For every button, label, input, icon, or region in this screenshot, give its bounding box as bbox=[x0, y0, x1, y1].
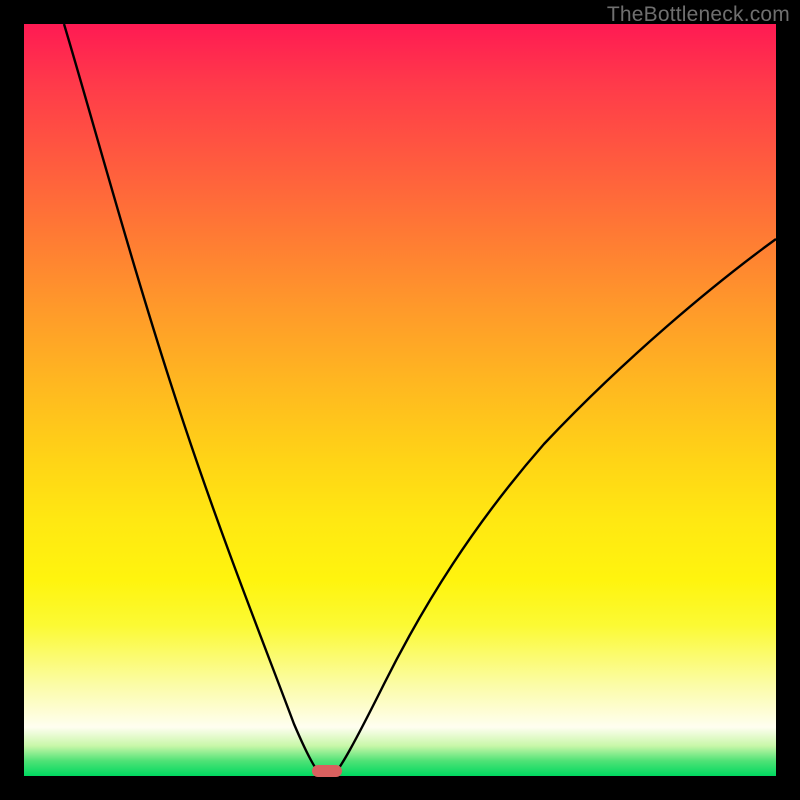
watermark-text: TheBottleneck.com bbox=[607, 3, 790, 27]
curve-layer bbox=[24, 24, 776, 776]
minimum-marker bbox=[312, 765, 342, 777]
curve-left-branch bbox=[64, 24, 321, 774]
curve-right-branch bbox=[334, 239, 776, 774]
plot-area bbox=[24, 24, 776, 776]
chart-frame: TheBottleneck.com bbox=[0, 0, 800, 800]
